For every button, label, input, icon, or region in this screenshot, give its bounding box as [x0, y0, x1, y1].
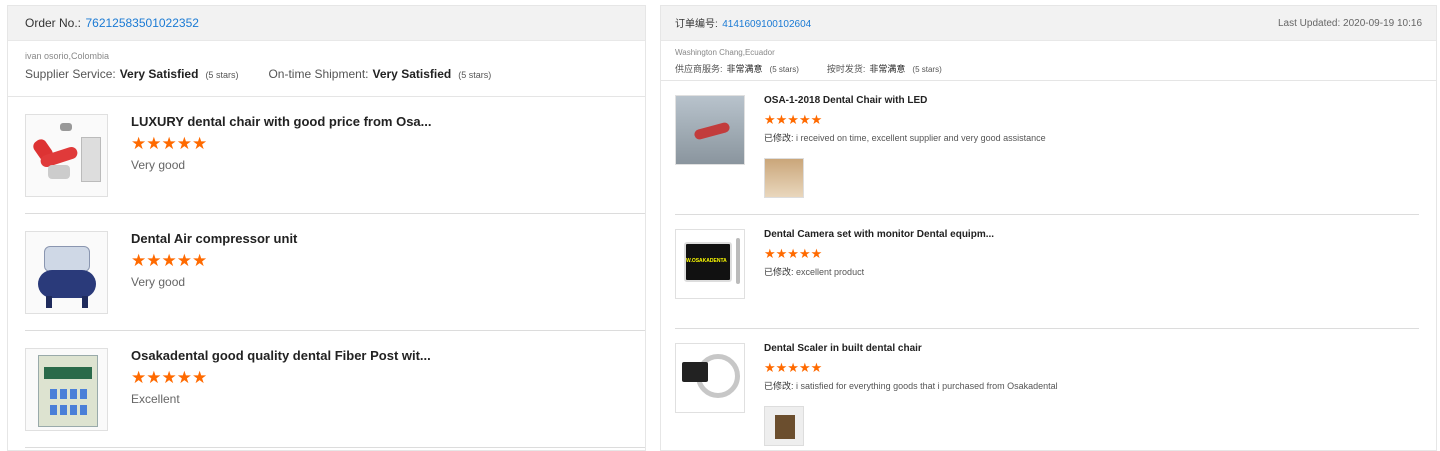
- order-header: 订单编号: 4141609100102604 Last Updated: 202…: [661, 6, 1436, 41]
- buyer-name: Washington Chang,Ecuador: [675, 48, 775, 57]
- review-comment: Very good: [131, 275, 186, 289]
- dental-scaler-thumbnail[interactable]: [675, 343, 745, 413]
- star-rating: ★★★★★: [764, 360, 823, 375]
- product-title[interactable]: LUXURY dental chair with good price from…: [131, 114, 645, 129]
- review-item: LUXURY dental chair with good price from…: [25, 97, 645, 214]
- review-comment-text: i received on time, excellent supplier a…: [796, 133, 1046, 143]
- order-card-right: 订单编号: 4141609100102604 Last Updated: 202…: [660, 5, 1437, 451]
- shipment-label: 按时发货:: [826, 64, 866, 74]
- supplier-service-value: 非常满意: [726, 64, 763, 74]
- review-comment: Very good: [131, 158, 186, 172]
- review-list: OSA-1-2018 Dental Chair with LED ★★★★★ 已…: [661, 81, 1436, 450]
- shipment-rating: On-time Shipment: Very Satisfied (5 star…: [268, 67, 491, 81]
- review-photo[interactable]: [764, 158, 804, 198]
- shipment-stars: (5 stars): [912, 65, 942, 74]
- review-modified-prefix: 已修改:: [764, 267, 794, 277]
- order-card-left: Order No.: 76212583501022352 ivan osorio…: [7, 5, 646, 451]
- review-item: W.OSAKADENTA Dental Camera set with moni…: [675, 215, 1419, 329]
- review-list: LUXURY dental chair with good price from…: [8, 97, 645, 448]
- review-item: OSA-1-2018 Dental Chair with LED ★★★★★ 已…: [675, 81, 1419, 215]
- shipment-value: Very Satisfied: [372, 67, 452, 81]
- product-title[interactable]: Osakadental good quality dental Fiber Po…: [131, 348, 645, 363]
- star-rating: ★★★★★: [764, 246, 823, 261]
- supplier-service-value: Very Satisfied: [119, 67, 199, 81]
- order-number-label: Order No.:: [25, 16, 82, 30]
- review-item: Dental Scaler in built dental chair ★★★★…: [675, 329, 1419, 450]
- review-photo[interactable]: [764, 406, 804, 446]
- dental-chair-led-thumbnail[interactable]: [675, 95, 745, 165]
- buyer-name: ivan osorio,Colombia: [25, 51, 110, 61]
- review-comment: 已修改: i satisfied for everything goods th…: [764, 379, 1419, 392]
- star-rating: ★★★★★: [131, 134, 208, 153]
- dental-camera-thumbnail[interactable]: W.OSAKADENTA: [675, 229, 745, 299]
- supplier-service-rating: Supplier Service: Very Satisfied (5 star…: [25, 67, 238, 81]
- fiber-post-thumbnail[interactable]: [25, 348, 108, 431]
- supplier-service-stars: (5 stars): [205, 70, 239, 80]
- star-rating: ★★★★★: [131, 251, 208, 270]
- review-modified-prefix: 已修改:: [764, 381, 794, 391]
- order-number-label: 订单编号:: [675, 19, 718, 30]
- supplier-service-rating: 供应商服务: 非常满意 (5 stars): [675, 62, 799, 75]
- shipment-stars: (5 stars): [458, 70, 492, 80]
- star-rating: ★★★★★: [131, 368, 208, 387]
- product-title[interactable]: Dental Air compressor unit: [131, 231, 645, 246]
- buyer-info: Washington Chang,Ecuador 供应商服务: 非常满意 (5 …: [661, 41, 1436, 81]
- camera-brand-text: W.OSAKADENTA: [686, 258, 727, 264]
- product-title[interactable]: Dental Camera set with monitor Dental eq…: [764, 229, 1419, 240]
- buyer-info: ivan osorio,Colombia Supplier Service: V…: [8, 41, 645, 97]
- order-header: Order No.: 76212583501022352: [8, 6, 645, 41]
- shipment-label: On-time Shipment:: [268, 67, 369, 81]
- review-item: Dental Air compressor unit ★★★★★ Very go…: [25, 214, 645, 331]
- order-number-link[interactable]: 76212583501022352: [85, 16, 198, 30]
- last-updated: Last Updated: 2020-09-19 10:16: [1278, 17, 1422, 29]
- product-title[interactable]: OSA-1-2018 Dental Chair with LED: [764, 95, 1419, 106]
- supplier-service-label: 供应商服务:: [675, 64, 723, 74]
- dental-chair-thumbnail[interactable]: [25, 114, 108, 197]
- review-item: Osakadental good quality dental Fiber Po…: [25, 331, 645, 448]
- supplier-service-stars: (5 stars): [769, 65, 799, 74]
- review-comment-text: excellent product: [796, 267, 865, 277]
- air-compressor-thumbnail[interactable]: [25, 231, 108, 314]
- star-rating: ★★★★★: [764, 112, 823, 127]
- review-modified-prefix: 已修改:: [764, 133, 794, 143]
- supplier-service-label: Supplier Service:: [25, 67, 116, 81]
- shipment-rating: 按时发货: 非常满意 (5 stars): [827, 62, 942, 75]
- review-comment: Excellent: [131, 392, 180, 406]
- supplier-ratings: 供应商服务: 非常满意 (5 stars) 按时发货: 非常满意 (5 star…: [675, 62, 1422, 75]
- product-title[interactable]: Dental Scaler in built dental chair: [764, 343, 1419, 354]
- shipment-value: 非常满意: [869, 64, 906, 74]
- review-comment: 已修改: i received on time, excellent suppl…: [764, 131, 1419, 144]
- review-comment-text: i satisfied for everything goods that i …: [796, 381, 1058, 391]
- review-comment: 已修改: excellent product: [764, 265, 1419, 278]
- order-number-link[interactable]: 4141609100102604: [722, 19, 811, 30]
- supplier-ratings: Supplier Service: Very Satisfied (5 star…: [25, 67, 628, 81]
